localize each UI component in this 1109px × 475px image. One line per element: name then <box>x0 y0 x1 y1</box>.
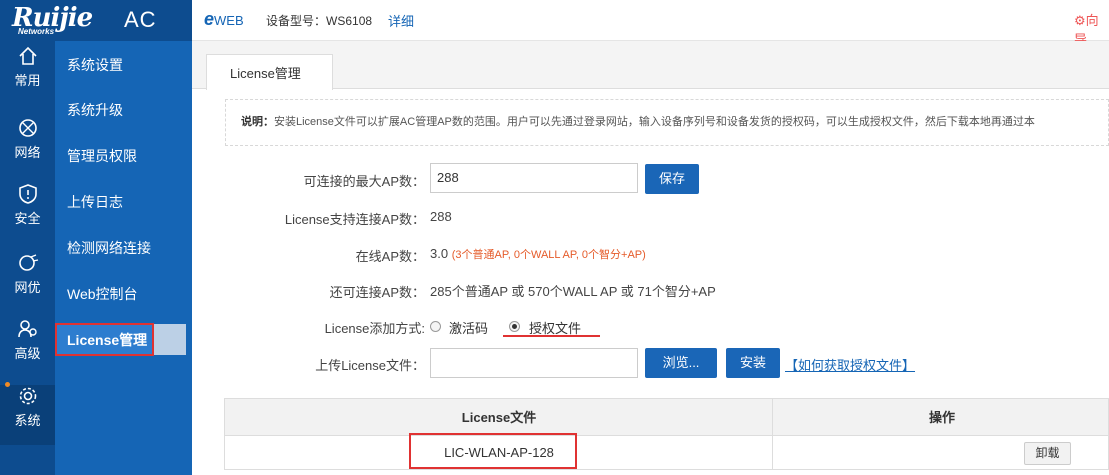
upload-label: 上传License文件： <box>315 358 425 373</box>
online-ap-value: 3.0 <box>430 246 449 261</box>
unload-button[interactable]: 卸载 <box>1024 442 1071 465</box>
tab-bar: License管理 <box>192 41 1109 90</box>
device-type: 设备型号：WS6108 <box>266 12 372 29</box>
column-header-action: 操作 <box>928 410 955 425</box>
submenu-item-web-console[interactable]: Web控制台 <box>55 279 192 309</box>
radio-activation-code-label[interactable]: 激活码 <box>449 318 488 337</box>
online-ap-label: 在线AP数： <box>355 249 425 264</box>
product-name: AC <box>124 7 157 32</box>
remaining-ap-value: 285个普通AP 或 570个WALL AP 或 71个智分+AP <box>430 284 716 299</box>
notice-prefix: 说明： <box>241 116 274 128</box>
max-ap-input[interactable]: 288 <box>430 163 638 193</box>
detail-link[interactable]: 详细 <box>388 11 414 30</box>
highlight-underline <box>503 335 600 337</box>
notification-dot <box>5 382 10 387</box>
submenu-item-admin-permissions[interactable]: 管理员权限 <box>55 141 192 171</box>
column-divider <box>772 398 773 470</box>
device-type-value: WS6108 <box>326 14 373 28</box>
save-button[interactable]: 保存 <box>645 164 699 194</box>
home-icon <box>18 46 37 65</box>
remaining-ap-label: 还可连接AP数： <box>329 285 425 300</box>
rail-item-system[interactable]: 系统 <box>0 385 55 445</box>
submenu-item-system-upgrade[interactable]: 系统升级 <box>55 95 192 125</box>
online-ap-detail: (3个普通AP, 0个WALL AP, 0个智分+AP) <box>451 249 646 261</box>
table-header: License文件 操作 <box>224 398 1109 436</box>
rail-item-advanced[interactable]: 高级 <box>0 318 55 378</box>
rail-item-common[interactable]: 常用 <box>0 45 55 105</box>
guide-icon: ⚙ <box>1074 13 1086 28</box>
rail-item-security[interactable]: 安全 <box>0 183 55 243</box>
column-header-license-file: License文件 <box>461 410 537 425</box>
ruijie-logo-sub: Networks <box>18 27 55 36</box>
highlight-box-license-file <box>409 433 577 469</box>
eweb-logo: eWEB <box>204 9 244 29</box>
optimize-icon <box>18 254 38 271</box>
submenu-item-upload-log[interactable]: 上传日志 <box>55 187 192 217</box>
rail-item-label: 网络 <box>14 145 41 160</box>
submenu-item-check-network[interactable]: 检测网络连接 <box>55 233 192 263</box>
rail-item-label: 系统 <box>14 413 41 428</box>
top-bar: eWEB 设备型号：WS6108 详细 ⚙向导 <box>192 0 1109 47</box>
rail-item-optimize[interactable]: 网优 <box>0 252 55 312</box>
rail-item-label: 高级 <box>14 346 41 361</box>
users-icon <box>17 320 37 338</box>
rail-item-label: 常用 <box>14 73 41 88</box>
radio-activation-code[interactable] <box>430 321 441 332</box>
shield-icon <box>18 184 37 204</box>
browse-button[interactable]: 浏览... <box>645 348 717 378</box>
rail-item-network[interactable]: 网络 <box>0 117 55 177</box>
install-button[interactable]: 安装 <box>726 348 780 378</box>
online-ap-value-row: 3.0 (3个普通AP, 0个WALL AP, 0个智分+AP) <box>430 246 646 262</box>
notice-box: 说明：安装License文件可以扩展AC管理AP数的范围。用户可以先通过登录网站… <box>225 99 1109 146</box>
upload-file-input[interactable] <box>430 348 638 378</box>
brand-area: Ruijie Networks AC <box>0 0 192 41</box>
gear-icon <box>19 387 36 405</box>
radio-license-file[interactable] <box>509 321 520 332</box>
tab-license[interactable]: License管理 <box>206 54 333 90</box>
license-ap-value: 288 <box>430 209 452 224</box>
device-type-label: 设备型号： <box>266 14 327 28</box>
system-submenu: 系统设置 系统升级 管理员权限 上传日志 检测网络连接 Web控制台 Licen… <box>55 41 192 475</box>
submenu-item-system-settings[interactable]: 系统设置 <box>55 50 192 80</box>
rail-item-label: 网优 <box>14 280 41 295</box>
notice-text: 安装License文件可以扩展AC管理AP数的范围。用户可以先通过登录网站，输入… <box>274 116 1035 128</box>
how-to-get-license-link[interactable]: 【如何获取授权文件】 <box>785 355 915 374</box>
network-icon <box>18 119 37 137</box>
add-method-label: License添加方式: <box>324 321 425 336</box>
license-ap-label: License支持连接AP数： <box>284 212 425 227</box>
rail-item-label: 安全 <box>14 211 41 226</box>
active-indicator <box>154 324 186 355</box>
highlight-box-license-menu <box>55 323 154 356</box>
table-row: LIC-WLAN-AP-128 <box>224 436 1109 470</box>
max-ap-label: 可连接的最大AP数： <box>303 174 425 189</box>
